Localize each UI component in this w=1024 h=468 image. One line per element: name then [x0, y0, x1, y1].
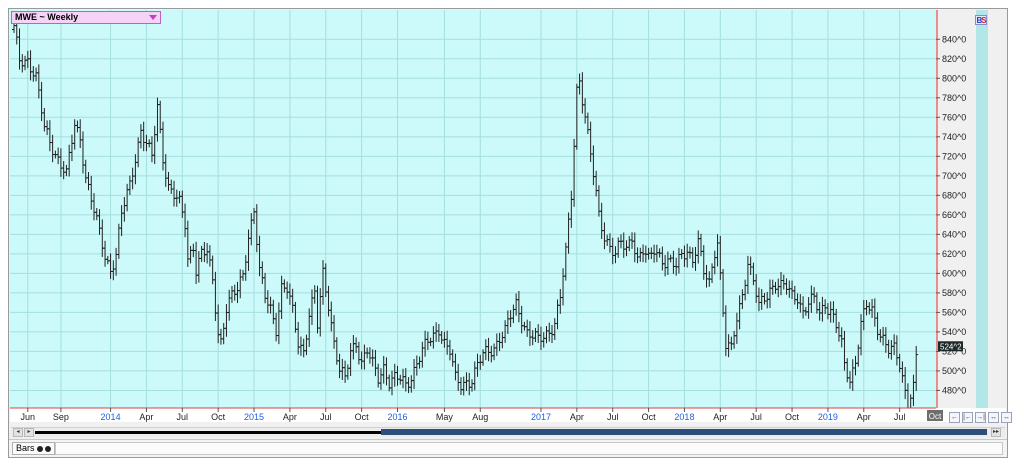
- x-tick-label: 2014: [101, 412, 121, 422]
- jump-end-button[interactable]: →|: [975, 412, 986, 423]
- y-tick-label: 720^0: [942, 151, 966, 161]
- x-tick-label: Jul: [177, 412, 189, 422]
- y-tick-label: 580^0: [942, 288, 966, 298]
- x-tick-label: May: [436, 412, 454, 422]
- chart-style-label: Bars: [16, 443, 35, 453]
- scroll-right-arrow-icon[interactable]: ▸: [24, 428, 34, 437]
- symbol-selector[interactable]: MWE ~ Weekly: [11, 11, 161, 24]
- y-tick-label: 700^0: [942, 171, 966, 181]
- x-tick-label: 2019: [818, 412, 838, 422]
- y-tick-label: 620^0: [942, 249, 966, 259]
- x-tick-label: Oct: [785, 412, 800, 422]
- x-tick-label: Jul: [750, 412, 762, 422]
- price-chart[interactable]: 480^0500^0520^0540^0560^0580^0600^0620^0…: [10, 10, 1006, 426]
- y-tick-label: 600^0: [942, 268, 966, 278]
- scroll-left-button[interactable]: ←: [949, 412, 960, 423]
- symbol-label: MWE ~ Weekly: [15, 12, 79, 22]
- status-field: [55, 442, 1003, 455]
- chart-window: 480^0 500^0 520^0 540^0 560^0 580^0 600^0 620^0…: [8, 8, 1012, 458]
- x-tick-label: 2017: [531, 412, 551, 422]
- y-tick-label: 680^0: [942, 190, 966, 200]
- zoom-in-button[interactable]: ↔: [1001, 412, 1012, 423]
- jump-start-button[interactable]: |←: [962, 412, 973, 423]
- x-tick-label: Oct: [355, 412, 370, 422]
- x-tick-label: Apr: [283, 412, 297, 422]
- scroll-end-arrow-icon[interactable]: ▸▸: [991, 428, 1001, 437]
- x-tick-label: 2018: [674, 412, 694, 422]
- dropdown-caret-icon: [149, 15, 157, 20]
- y-tick-label: 660^0: [942, 210, 966, 220]
- scroll-left-arrow-icon[interactable]: ◂: [13, 428, 23, 437]
- y-tick-label: 500^0: [942, 366, 966, 376]
- x-tick-label: Jun: [21, 412, 36, 422]
- buy-sell-badge[interactable]: BS: [975, 15, 987, 25]
- x-tick-label: Apr: [139, 412, 153, 422]
- x-tick-label: Jul: [894, 412, 906, 422]
- x-tick-label: Jul: [607, 412, 619, 422]
- chart-style-tab[interactable]: Bars: [12, 442, 55, 455]
- x-tick-label: Oct: [211, 412, 226, 422]
- status-bar: Bars: [9, 439, 1007, 457]
- x-tick-label: Jul: [320, 412, 332, 422]
- bars-icon: [44, 445, 51, 452]
- y-tick-label: 560^0: [942, 307, 966, 317]
- y-tick-label: 780^0: [942, 93, 966, 103]
- price-badge: 524^2: [938, 341, 963, 352]
- y-tick-label: 840^0: [942, 34, 966, 44]
- x-tick-label: Apr: [570, 412, 584, 422]
- scroll-thumb[interactable]: [381, 429, 987, 435]
- x-tick-label: 2015: [244, 412, 264, 422]
- y-tick-label: 820^0: [942, 54, 966, 64]
- y-axis: 480^0500^0520^0540^0560^0580^0600^0620^0…: [936, 34, 966, 395]
- y-tick-label: 640^0: [942, 229, 966, 239]
- x-tick-label: Oct: [642, 412, 657, 422]
- sell-letter: S: [981, 16, 986, 25]
- right-scale-panel: [976, 10, 988, 408]
- zoom-out-button[interactable]: ↔: [988, 412, 999, 423]
- y-tick-label: 540^0: [942, 327, 966, 337]
- horizontal-scrollbar[interactable]: ◂ ▸ ▸▸: [11, 427, 1005, 437]
- x-tick-label: Aug: [472, 412, 488, 422]
- current-date-label: Oct: [929, 412, 942, 421]
- y-tick-label: 740^0: [942, 132, 966, 142]
- plot-area: [10, 10, 936, 408]
- chart-nav-buttons: ← |← →| ↔ ↔: [949, 412, 1012, 424]
- y-tick-label: 480^0: [942, 385, 966, 395]
- bars-icon: [36, 445, 43, 452]
- y-tick-label: 760^0: [942, 112, 966, 122]
- current-date-tag: Oct: [927, 410, 943, 421]
- x-tick-label: 2016: [387, 412, 407, 422]
- y-tick-label: 800^0: [942, 73, 966, 83]
- x-tick-label: Apr: [857, 412, 871, 422]
- x-tick-label: Apr: [713, 412, 727, 422]
- x-tick-label: Sep: [53, 412, 69, 422]
- current-price-label: 524^2: [940, 342, 962, 351]
